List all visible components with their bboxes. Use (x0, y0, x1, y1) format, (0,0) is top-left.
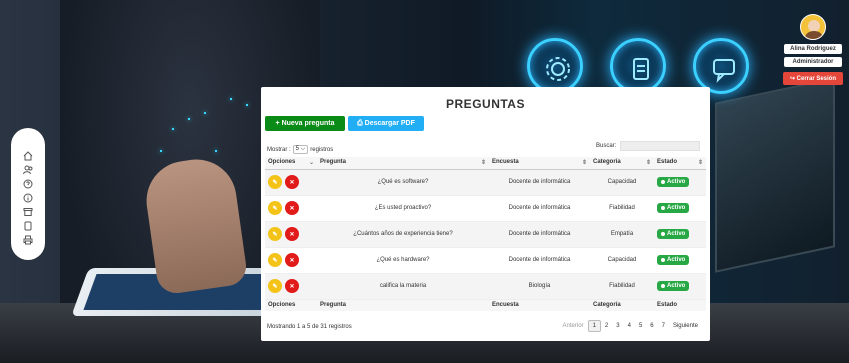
edit-button[interactable]: ✎ (268, 175, 282, 189)
info-icon[interactable] (21, 192, 35, 204)
status-dot-icon (661, 284, 665, 288)
page-button-3[interactable]: 3 (612, 321, 623, 331)
next-page-button[interactable]: Siguiente (669, 321, 702, 331)
question-cell: ¿Es usted proactivo? (317, 195, 489, 222)
user-name: Alina Rodriguez (784, 44, 842, 54)
header-pregunta[interactable]: Pregunta ⇕ (317, 157, 489, 170)
glow-dot (215, 150, 217, 152)
document-icon[interactable] (21, 220, 35, 232)
question-cell: ¿Qué es hardware? (317, 247, 489, 274)
survey-cell: Biología (489, 273, 590, 300)
delete-button[interactable]: ✕ (285, 253, 299, 267)
search-control: Buscar: (596, 141, 701, 151)
edit-button[interactable]: ✎ (268, 201, 282, 215)
table-row: ✎ ✕ ¿Cuántos años de experiencia tiene? D… (265, 221, 706, 248)
table-row: ✎ ✕ califica la materia Biología Fiabilid… (265, 273, 706, 300)
delete-button[interactable]: ✕ (285, 175, 299, 189)
download-pdf-button[interactable]: ⎙ Descargar PDF (348, 116, 424, 131)
page-button-2[interactable]: 2 (601, 321, 612, 331)
status-badge[interactable]: Activo (657, 177, 690, 187)
page-title: PREGUNTAS (446, 97, 525, 111)
user-panel: Alina Rodriguez Administrador ↪ Cerrar S… (783, 14, 843, 85)
avatar[interactable] (800, 14, 826, 40)
gear-icon (527, 38, 583, 94)
page-button-5[interactable]: 5 (635, 321, 646, 331)
page-button-6[interactable]: 6 (646, 321, 657, 331)
page-size-control: Mostrar : 5 ⌵ registros (267, 145, 333, 154)
glow-dot (188, 118, 190, 120)
question-cell: ¿Qué es software? (317, 169, 489, 196)
search-input[interactable] (620, 141, 701, 151)
status-dot-icon (661, 206, 665, 210)
status-dot-icon (661, 180, 665, 184)
footer-estado: Estado (654, 298, 706, 311)
category-cell: Capacidad (590, 169, 654, 196)
glow-dot (172, 128, 174, 130)
table-row: ✎ ✕ ¿Es usted proactivo? Docente de infor… (265, 195, 706, 222)
page-size-select[interactable]: 5 ⌵ (292, 145, 309, 154)
glow-dot (230, 98, 232, 100)
show-label: Mostrar : (267, 146, 291, 153)
edit-button[interactable]: ✎ (268, 253, 282, 267)
laptop-shape (715, 77, 835, 273)
edit-button[interactable]: ✎ (268, 279, 282, 293)
footer-encuesta: Encuesta (489, 298, 590, 311)
footer-categoria: Categoría (590, 298, 654, 311)
user-role: Administrador (784, 57, 842, 67)
survey-cell: Docente de informática (489, 247, 590, 274)
delete-button[interactable]: ✕ (285, 227, 299, 241)
survey-cell: Docente de informática (489, 195, 590, 222)
records-info: Mostrando 1 a 5 de 31 registros (267, 324, 352, 330)
header-estado[interactable]: Estado ⇕ (654, 157, 706, 170)
table-row: ✎ ✕ ¿Qué es hardware? Docente de informát… (265, 247, 706, 274)
users-icon[interactable] (21, 164, 35, 176)
category-cell: Fiabilidad (590, 273, 654, 300)
page-button-4[interactable]: 4 (624, 321, 635, 331)
chat-icon (693, 38, 749, 94)
table-footer-row: Opciones Pregunta Encuesta Categoría Est… (265, 298, 706, 311)
page-button-1[interactable]: 1 (587, 320, 601, 332)
status-badge[interactable]: Activo (657, 229, 690, 239)
status-dot-icon (661, 258, 665, 262)
status-badge[interactable]: Activo (657, 203, 690, 213)
status-badge[interactable]: Activo (657, 281, 690, 291)
search-label: Buscar: (596, 143, 617, 149)
header-categoria[interactable]: Categoría ⇕ (590, 157, 654, 170)
home-icon[interactable] (21, 150, 35, 162)
question-cell: ¿Cuántos años de experiencia tiene? (317, 221, 489, 248)
archive-icon[interactable] (21, 206, 35, 218)
show-suffix: registros (310, 146, 334, 153)
pagination: Anterior 1 2 3 4 5 6 7 Siguiente (559, 320, 702, 332)
category-cell: Capacidad (590, 247, 654, 274)
status-badge[interactable]: Activo (657, 255, 690, 265)
glow-dot (246, 104, 248, 106)
delete-button[interactable]: ✕ (285, 279, 299, 293)
header-encuesta[interactable]: Encuesta ⇕ (489, 157, 590, 170)
questions-card: PREGUNTAS + Nueva pregunta ⎙ Descargar P… (261, 87, 710, 341)
category-cell: Empatía (590, 221, 654, 248)
glow-dot (160, 150, 162, 152)
footer-pregunta: Pregunta (317, 298, 489, 311)
survey-cell: Docente de informática (489, 169, 590, 196)
footer-opciones: Opciones (265, 298, 317, 311)
delete-button[interactable]: ✕ (285, 201, 299, 215)
sidebar (11, 128, 45, 260)
glow-dot (204, 112, 206, 114)
logout-button[interactable]: ↪ Cerrar Sesión (783, 72, 843, 85)
table-row: ✎ ✕ ¿Qué es software? Docente de informát… (265, 169, 706, 196)
edit-button[interactable]: ✎ (268, 227, 282, 241)
header-opciones[interactable]: Opciones ⌄ (265, 157, 317, 170)
category-cell: Fiabilidad (590, 195, 654, 222)
printer-icon[interactable] (21, 234, 35, 246)
page-button-7[interactable]: 7 (658, 321, 669, 331)
status-dot-icon (661, 232, 665, 236)
clipboard-icon (610, 38, 666, 94)
question-icon[interactable] (21, 178, 35, 190)
survey-cell: Docente de informática (489, 221, 590, 248)
new-question-button[interactable]: + Nueva pregunta (265, 116, 345, 131)
prev-page-button[interactable]: Anterior (559, 321, 588, 331)
question-cell: califica la materia (317, 273, 489, 300)
questions-table: Opciones ⌄ Pregunta ⇕ Encuesta ⇕ Categoría… (265, 157, 706, 311)
